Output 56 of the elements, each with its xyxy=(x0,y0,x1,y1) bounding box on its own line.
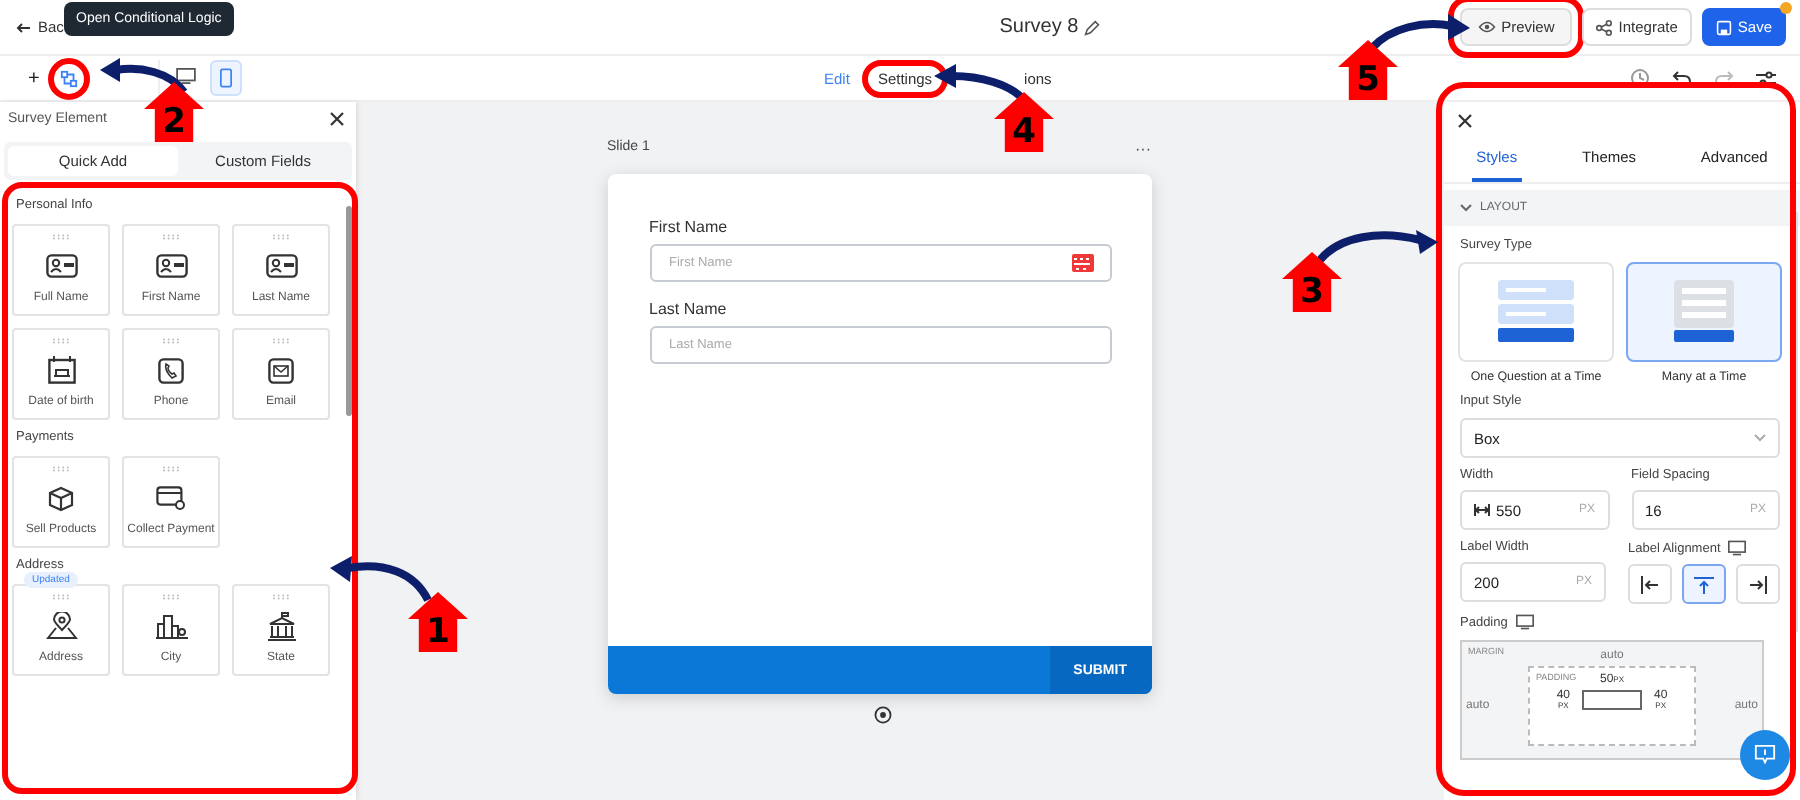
id-card-icon xyxy=(265,254,297,278)
monitor-icon xyxy=(175,68,196,84)
pencil-icon[interactable] xyxy=(1084,19,1101,35)
curved-arrow xyxy=(934,64,1027,103)
buildings-icon xyxy=(155,612,187,640)
curved-arrow xyxy=(100,58,188,95)
curved-arrow xyxy=(1317,230,1438,263)
chevron-down-icon xyxy=(1460,204,1472,212)
back-arrow-icon xyxy=(16,21,30,33)
eye-icon xyxy=(1477,20,1496,34)
location-pin-icon xyxy=(45,612,77,640)
monitor-icon[interactable] xyxy=(1728,540,1747,556)
align-right-button[interactable] xyxy=(1736,564,1780,604)
field-label: First Name xyxy=(649,218,730,236)
align-left-icon xyxy=(1640,575,1660,593)
id-card-icon xyxy=(155,254,187,278)
width-icon xyxy=(1474,504,1490,516)
many-questions-icon xyxy=(1674,280,1734,344)
close-icon[interactable] xyxy=(1458,114,1472,128)
monitor-icon[interactable] xyxy=(1515,614,1534,630)
share-icon xyxy=(1596,19,1613,35)
content-box xyxy=(1582,690,1642,710)
phone-icon xyxy=(219,68,232,88)
align-top-icon xyxy=(1694,575,1714,593)
one-question-icon xyxy=(1498,280,1574,344)
add-icon[interactable] xyxy=(873,706,891,724)
logic-icon[interactable] xyxy=(59,69,78,87)
align-right-icon xyxy=(1748,575,1768,593)
more-menu[interactable]: ··· xyxy=(1135,140,1151,158)
chevron-down-icon xyxy=(1754,434,1766,442)
layout-option[interactable] xyxy=(1626,262,1782,362)
history-icon[interactable] xyxy=(1630,68,1650,88)
survey-title: Survey 8 xyxy=(999,16,1079,38)
card-icon xyxy=(156,486,186,510)
curved-arrow xyxy=(1369,14,1470,51)
phone-icon xyxy=(158,357,184,383)
chat-icon xyxy=(1754,744,1776,766)
undo-icon[interactable] xyxy=(1672,69,1692,87)
field-label: Last Name xyxy=(649,300,729,318)
calendar-icon xyxy=(47,356,75,384)
add-button[interactable]: + xyxy=(28,67,40,89)
curved-arrow xyxy=(330,556,432,602)
align-top-button[interactable] xyxy=(1682,564,1726,604)
close-icon[interactable] xyxy=(330,112,344,126)
id-card-icon xyxy=(45,254,77,278)
mail-icon xyxy=(268,357,294,383)
settings-icon[interactable] xyxy=(1756,69,1776,87)
chat-button[interactable] xyxy=(1740,730,1790,780)
government-building-icon xyxy=(267,611,295,641)
field-action-icon[interactable] xyxy=(1071,254,1093,272)
step-marker: 5 xyxy=(1338,40,1398,100)
mobile-view-button[interactable] xyxy=(209,60,242,96)
align-left-button[interactable] xyxy=(1628,564,1672,604)
save-icon xyxy=(1715,19,1732,35)
box-icon xyxy=(48,485,74,511)
redo-icon[interactable] xyxy=(1714,69,1734,87)
